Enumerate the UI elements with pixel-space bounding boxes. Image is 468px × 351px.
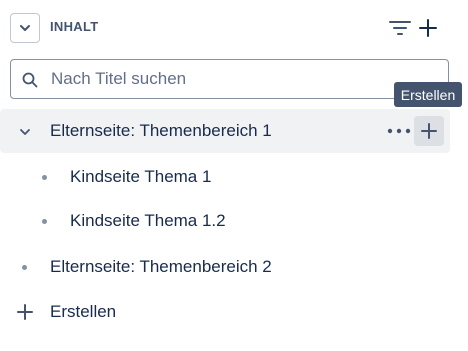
plus-icon	[419, 19, 437, 37]
tree-item-label: Kindseite Thema 1.2	[70, 211, 226, 230]
search-icon	[22, 72, 38, 88]
filter-button[interactable]	[386, 14, 414, 42]
bullet-icon	[42, 219, 47, 224]
chevron-down-icon	[20, 25, 30, 31]
bullet-icon	[22, 265, 27, 270]
create-label: Erstellen	[50, 302, 117, 321]
tree-item-parent-2[interactable]: Elternseite: Themenbereich 2	[0, 245, 450, 289]
chevron-down-icon[interactable]	[16, 123, 34, 141]
tree-item-parent-1[interactable]: Elternseite: Themenbereich 1	[0, 109, 450, 153]
tree-item-label: Elternseite: Themenbereich 2	[50, 257, 272, 276]
search-box	[10, 59, 449, 99]
create-page-button[interactable]: Erstellen	[0, 290, 450, 334]
plus-icon	[421, 123, 437, 139]
tree-item-label: Elternseite: Themenbereich 1	[50, 121, 272, 140]
add-content-button[interactable]	[414, 14, 442, 42]
plus-icon	[17, 304, 33, 320]
section-title: INHALT	[50, 19, 99, 34]
tooltip: Erstellen	[394, 82, 462, 107]
add-child-page-button[interactable]	[414, 116, 444, 146]
bullet-icon	[42, 175, 47, 180]
collapse-section-button[interactable]	[10, 13, 40, 43]
content-header: INHALT	[0, 0, 468, 56]
more-horizontal-icon	[387, 128, 411, 134]
tree-item-child-2[interactable]: Kindseite Thema 1.2	[0, 199, 450, 243]
tree-item-label: Kindseite Thema 1	[70, 167, 212, 186]
filter-icon	[389, 21, 411, 35]
search-input[interactable]	[49, 66, 429, 92]
tree-item-child-1[interactable]: Kindseite Thema 1	[0, 155, 450, 199]
more-actions-button[interactable]	[384, 117, 414, 145]
